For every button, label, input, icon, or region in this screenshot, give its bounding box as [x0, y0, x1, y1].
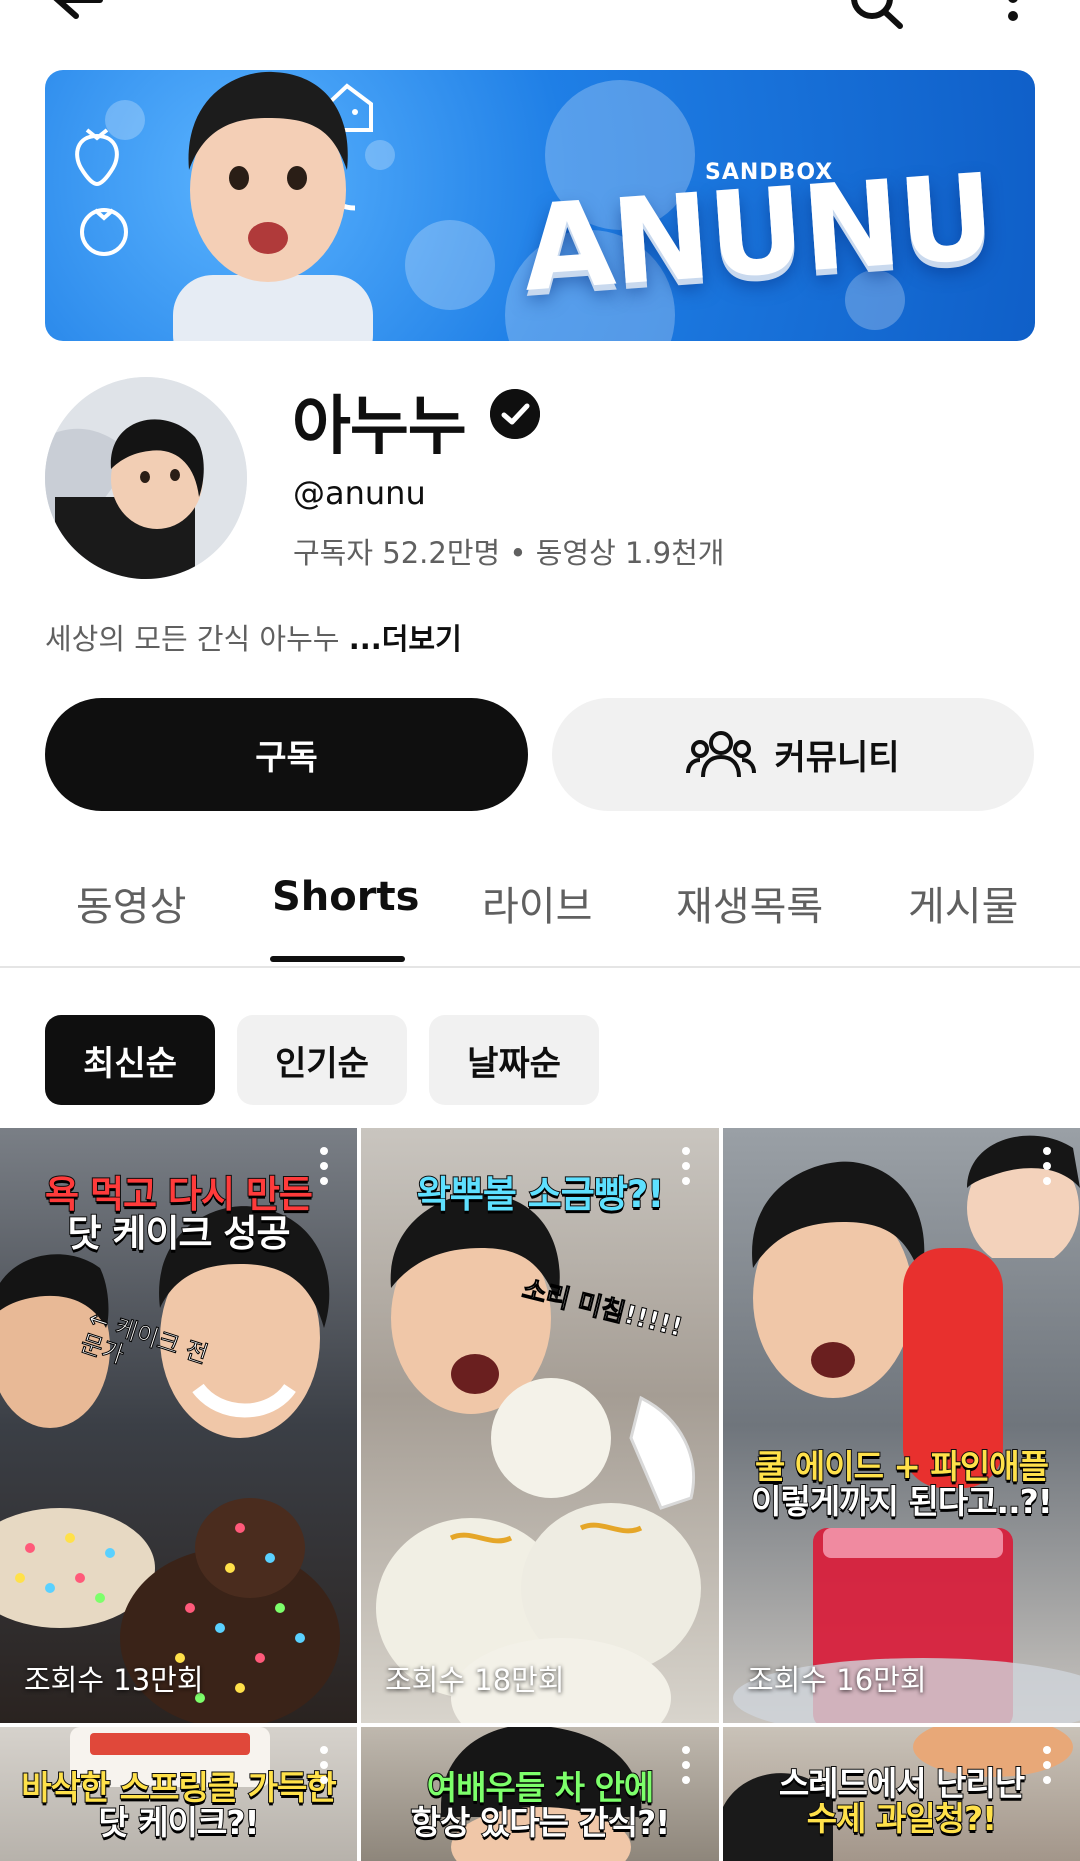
search-icon[interactable] [846, 0, 906, 32]
kebab-icon[interactable] [319, 1146, 329, 1186]
tomato-icon [80, 208, 128, 256]
short-view-count: 조회수 13만회 [24, 1663, 204, 1697]
channel-handle: @anunu [293, 474, 426, 512]
channel-stats: 구독자 52.2만명 • 동영상 1.9천개 [293, 536, 725, 570]
short-caption: 여배우들 차 안에 항상 있다는 간식?! [361, 1768, 719, 1842]
filter-latest[interactable]: 최신순 [45, 1015, 215, 1105]
kebab-icon[interactable] [681, 1146, 691, 1186]
caption-line: 수제 과일청?! [806, 1798, 998, 1838]
channel-tabs: 동영상 Shorts 라이브 재생목록 게시물 [0, 860, 1080, 968]
channel-avatar[interactable] [45, 377, 247, 579]
short-card[interactable]: 바삭한 스프링클 가득한 닷 케이크?! [0, 1727, 357, 1861]
tab-posts[interactable]: 게시물 [908, 874, 1018, 932]
caption-line: 쿨 에이드 + 파인애플 [754, 1447, 1050, 1486]
short-view-count: 조회수 16만회 [747, 1663, 927, 1697]
caption-line: 여배우들 차 안에 [426, 1768, 656, 1807]
kebab-icon[interactable] [1042, 1146, 1052, 1186]
community-button[interactable]: 커뮤니티 [552, 698, 1034, 811]
short-card[interactable]: 스레드에서 난리난 수제 과일청?! [723, 1727, 1080, 1861]
tab-live[interactable]: 라이브 [482, 874, 592, 932]
tab-videos[interactable]: 동영상 [76, 874, 186, 932]
caption-line: 닷 케이크?! [97, 1802, 260, 1842]
short-card[interactable]: 쿨 에이드 + 파인애플 이렇게까지 된다고..?! 조회수 16만회 [723, 1128, 1080, 1723]
active-tab-indicator [270, 956, 405, 962]
tab-playlists[interactable]: 재생목록 [676, 874, 823, 932]
avatar-photo [45, 377, 247, 579]
subscribe-button[interactable]: 구독 [45, 698, 528, 811]
short-caption: 바삭한 스프링클 가득한 닷 케이크?! [0, 1768, 357, 1842]
short-card[interactable]: 여배우들 차 안에 항상 있다는 간식?! [361, 1727, 719, 1861]
subscribe-label: 구독 [255, 739, 318, 777]
strawberry-icon [75, 128, 119, 187]
verified-check-icon [490, 389, 540, 439]
description-text: 세상의 모든 간식 아누누 [45, 622, 349, 656]
kebab-icon[interactable] [319, 1745, 329, 1785]
top-app-bar [0, 0, 1080, 40]
filter-oldest[interactable]: 날짜순 [429, 1015, 599, 1105]
channel-name: 아누누 [292, 390, 467, 464]
caption-line: 욕 먹고 다시 만든 [44, 1173, 314, 1216]
caption-line: 바삭한 스프링클 가득한 [20, 1768, 338, 1807]
kebab-icon[interactable] [681, 1745, 691, 1785]
people-icon [686, 730, 757, 777]
channel-banner: SANDBOX ANUNU [45, 70, 1035, 341]
caption-line: 이렇게까지 된다고..?! [750, 1481, 1054, 1521]
short-caption: 욕 먹고 다시 만든 닷 케이크 성공 [0, 1173, 357, 1255]
kebab-icon[interactable] [1042, 1745, 1052, 1785]
caption-line: 항상 있다는 간식?! [410, 1802, 672, 1842]
short-caption: 스레드에서 난리난 수제 과일청?! [723, 1764, 1080, 1838]
more-link[interactable]: ...더보기 [349, 622, 462, 656]
short-caption: 왁뿌볼 소금빵?! [361, 1173, 719, 1216]
caption-line: 스레드에서 난리난 [778, 1764, 1026, 1803]
caption-line: 왁뿌볼 소금빵?! [416, 1173, 665, 1216]
caption-line: 닷 케이크 성공 [66, 1211, 291, 1255]
short-view-count: 조회수 18만회 [385, 1663, 565, 1697]
community-label: 커뮤니티 [774, 739, 900, 777]
tab-shorts[interactable]: Shorts [272, 874, 419, 920]
more-vertical-icon[interactable] [998, 0, 1028, 30]
short-caption: 쿨 에이드 + 파인애플 이렇게까지 된다고..?! [723, 1447, 1080, 1521]
host-photo [173, 71, 373, 341]
short-card[interactable]: 욕 먹고 다시 만든 닷 케이크 성공 ← 케이크 전문가 조회수 13만회 [0, 1128, 357, 1723]
back-arrow-icon[interactable] [48, 0, 108, 28]
channel-description[interactable]: 세상의 모든 간식 아누누 ...더보기 [45, 616, 462, 658]
short-card[interactable]: 왁뿌볼 소금빵?! 소리 미침!!!!! 조회수 18만회 [361, 1128, 719, 1723]
filter-popular[interactable]: 인기순 [237, 1015, 407, 1105]
